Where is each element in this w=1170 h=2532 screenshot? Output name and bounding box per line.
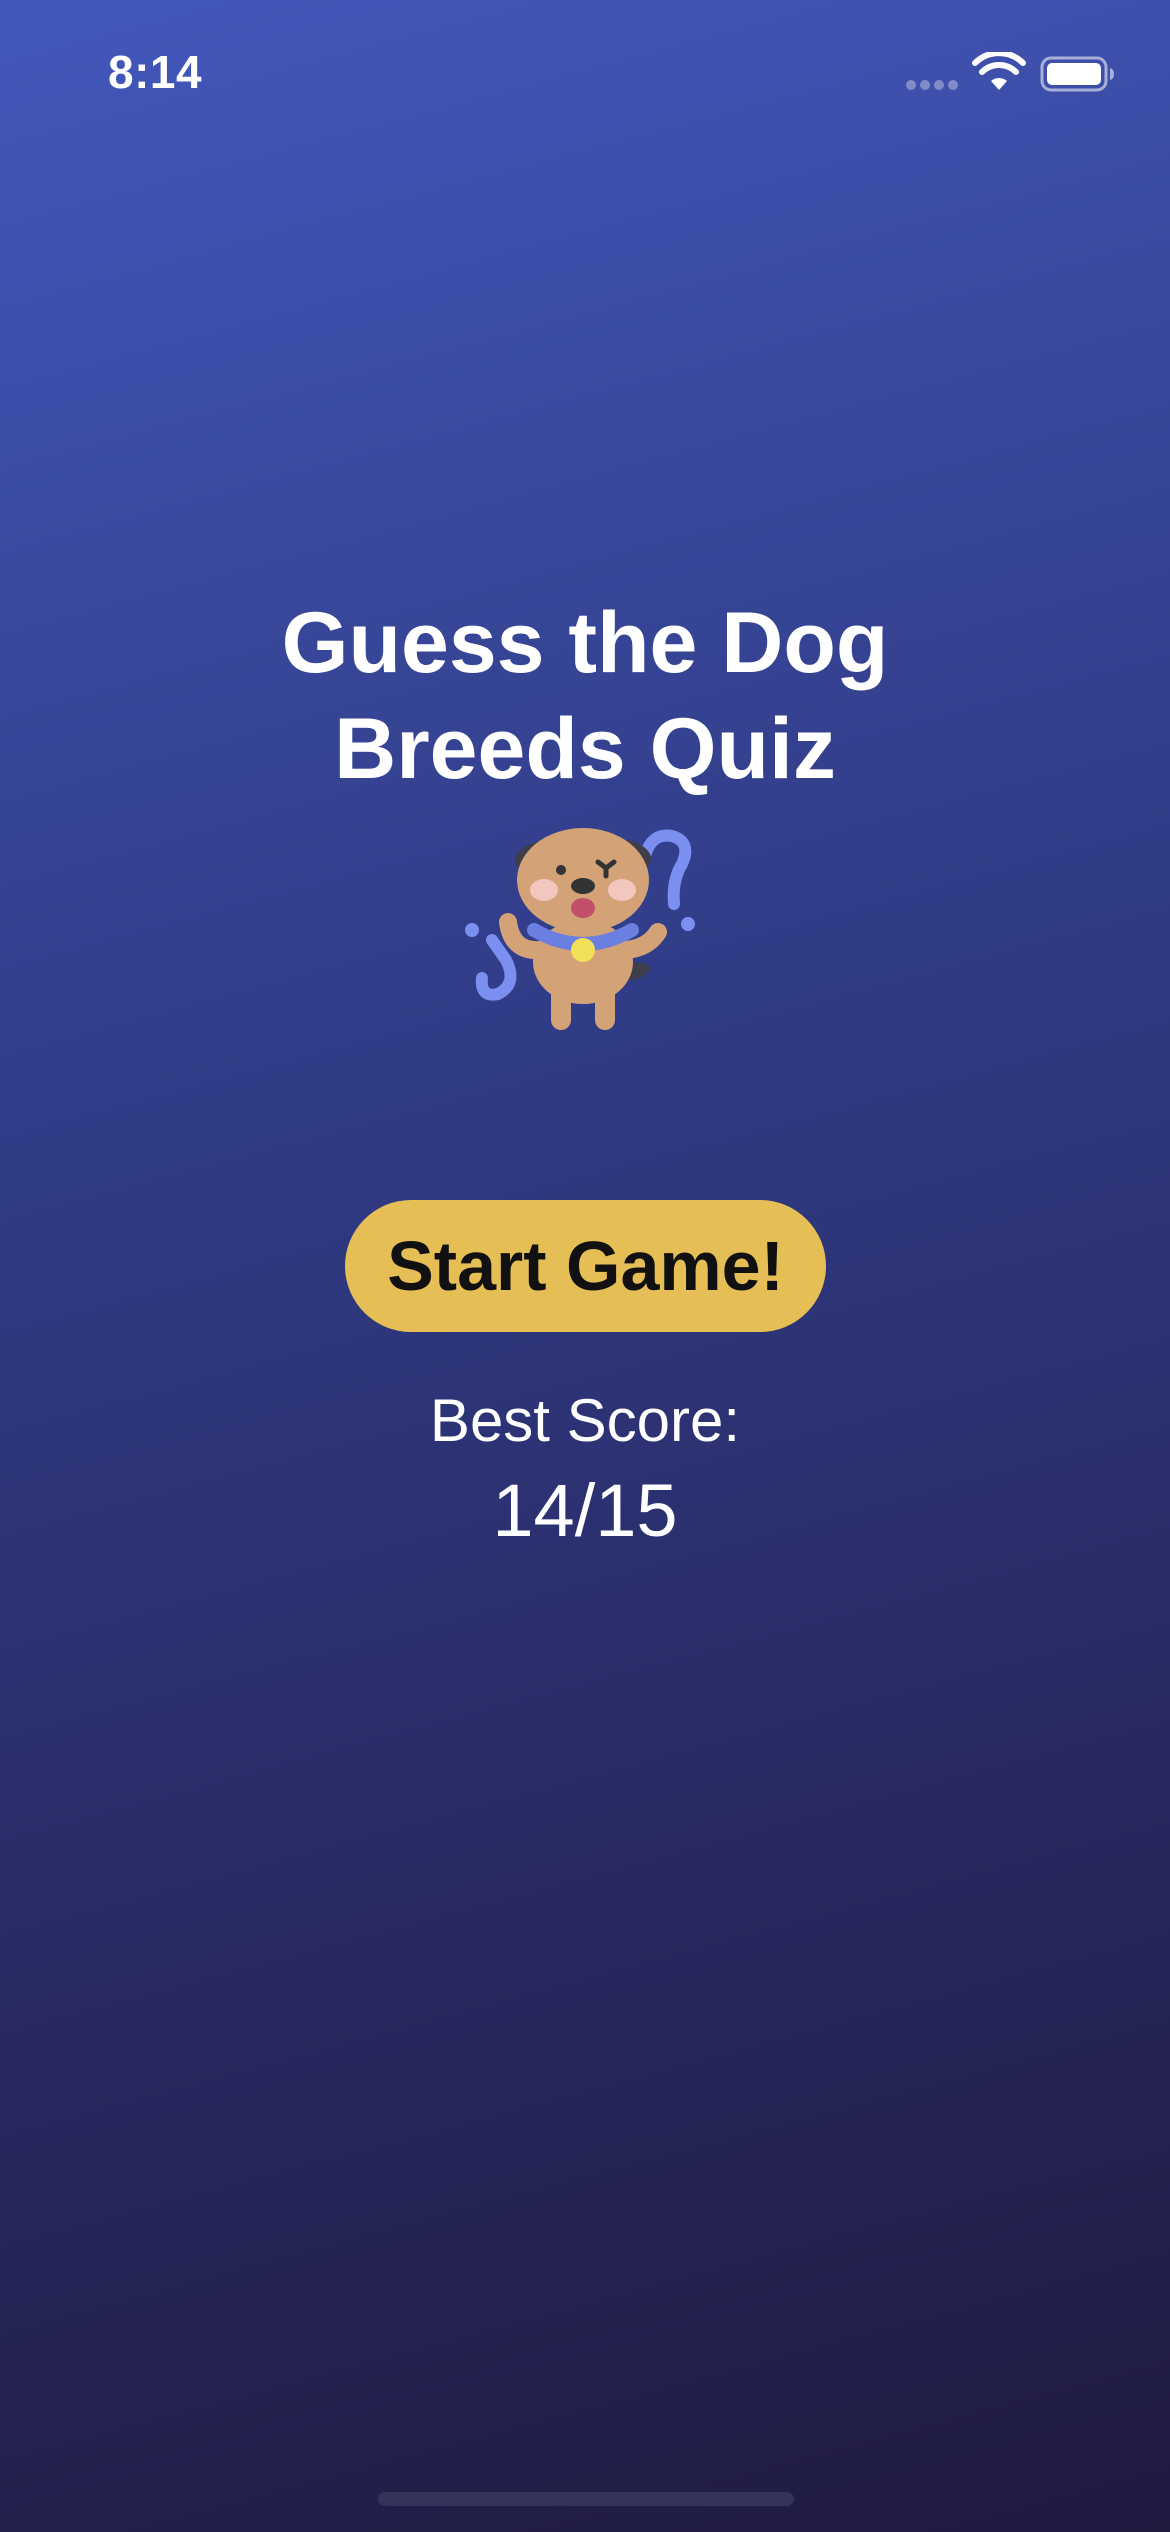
start-game-button[interactable]: Start Game! (345, 1200, 826, 1332)
confused-dog-icon (465, 828, 695, 1030)
page-title: Guess the Dog Breeds Quiz (281, 595, 889, 797)
status-bar: 8:14 (0, 0, 1170, 150)
best-score-value: 14/15 (492, 1469, 678, 1552)
battery-full-icon (1040, 56, 1114, 92)
home-indicator[interactable] (378, 2492, 794, 2506)
best-score-label: Best Score: (429, 1387, 741, 1454)
wifi-icon (972, 52, 1026, 90)
status-time: 8:14 (108, 46, 203, 98)
cellular-signal-icon (906, 80, 958, 90)
